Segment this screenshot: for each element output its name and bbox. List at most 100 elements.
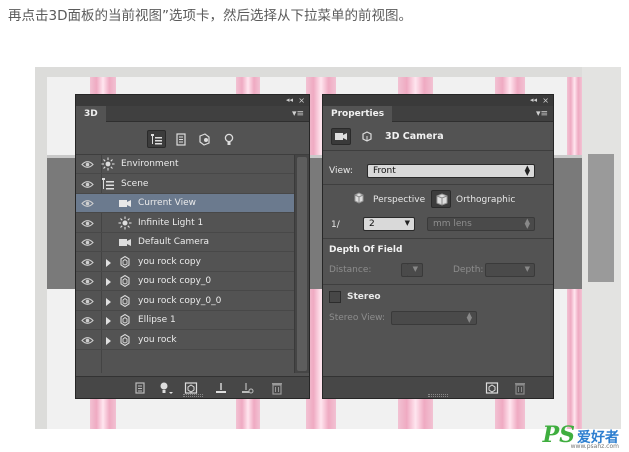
stereo-label[interactable]: Stereo xyxy=(347,290,381,304)
resize-grip[interactable] xyxy=(182,394,203,397)
chevron-down-icon: ▼ xyxy=(412,265,418,273)
visibility-eye-icon[interactable] xyxy=(81,275,94,288)
layer-row[interactable]: Default Camera xyxy=(76,233,295,252)
infinite-light-icon xyxy=(118,216,132,230)
layer-row[interactable]: you rock xyxy=(76,331,295,350)
perspective-label[interactable]: Perspective xyxy=(373,193,425,207)
lights-filter-icon[interactable] xyxy=(219,130,238,148)
close-icon[interactable]: × xyxy=(298,95,305,106)
view-select[interactable]: Front ▲ ▼ xyxy=(367,164,535,178)
visibility-eye-icon[interactable] xyxy=(81,158,94,171)
distance-dropdown[interactable]: ▼ xyxy=(407,263,423,277)
layer-label: Default Camera xyxy=(138,237,210,247)
layer-label: you rock copy_0_0 xyxy=(138,295,222,306)
updown-arrow-icon: ▲ ▼ xyxy=(466,311,472,324)
camera-icon[interactable] xyxy=(331,128,351,145)
mesh-icon xyxy=(118,313,132,327)
panel-titlebar: ◂◂ × xyxy=(323,95,553,106)
scene-icon xyxy=(101,177,115,191)
collapse-icon[interactable]: ◂◂ xyxy=(286,95,293,106)
new-light-icon[interactable] xyxy=(240,381,254,395)
visibility-eye-icon[interactable] xyxy=(81,295,94,308)
updown-arrow-icon: ▲ ▼ xyxy=(524,217,530,230)
clip-to-layer-icon[interactable] xyxy=(485,381,499,395)
scene-layer-list: Environment Scene Current View Infinite Lig… xyxy=(76,155,309,373)
stereo-view-select[interactable]: ▲ ▼ xyxy=(391,311,477,325)
tab-properties[interactable]: Properties xyxy=(323,106,393,122)
layer-row[interactable]: Ellipse 1 xyxy=(76,311,295,330)
dof-row: Distance: ▼ Depth: ▼ xyxy=(323,262,553,278)
layer-row[interactable]: Environment xyxy=(76,155,295,174)
visibility-eye-icon[interactable] xyxy=(81,178,94,191)
fraction-label: 1/ xyxy=(331,220,340,230)
coordinates-icon[interactable] xyxy=(361,130,373,146)
visibility-eye-icon[interactable] xyxy=(81,256,94,269)
expand-triangle-icon[interactable] xyxy=(106,278,111,286)
close-icon[interactable]: × xyxy=(542,95,549,106)
render-icon[interactable] xyxy=(133,381,147,395)
lens-row: 1/ 2 ▼ mm lens ▲ ▼ xyxy=(323,216,553,234)
perspective-icon[interactable] xyxy=(349,190,369,208)
visibility-eye-icon[interactable] xyxy=(81,197,94,210)
expand-triangle-icon[interactable] xyxy=(106,297,111,306)
updown-arrow-icon: ▲ ▼ xyxy=(524,164,530,177)
lens-value: 2 xyxy=(369,219,375,229)
meshes-filter-icon[interactable] xyxy=(171,130,190,148)
trash-icon[interactable] xyxy=(513,381,527,395)
layer-row[interactable]: you rock copy_0_0 xyxy=(76,292,295,311)
panel-titlebar: ◂◂ × xyxy=(76,95,309,106)
layer-row[interactable]: Infinite Light 1 xyxy=(76,214,295,233)
mesh-icon xyxy=(118,333,132,347)
expand-triangle-icon[interactable] xyxy=(106,317,111,325)
depth-input[interactable]: ▼ xyxy=(485,263,535,277)
layer-label: you rock copy xyxy=(138,256,201,267)
expand-triangle-icon[interactable] xyxy=(106,336,111,345)
current-view-camera-icon xyxy=(118,196,132,210)
lens-units-select[interactable]: mm lens ▲ ▼ xyxy=(427,217,535,231)
orthographic-label[interactable]: Orthographic xyxy=(456,193,515,207)
visibility-eye-icon[interactable] xyxy=(81,334,94,347)
add-light-icon[interactable] xyxy=(158,381,173,395)
layer-row[interactable]: you rock copy_0 xyxy=(76,272,295,291)
stereo-checkbox[interactable] xyxy=(329,291,341,303)
distance-label: Distance: xyxy=(329,265,372,275)
ground-plane-icon[interactable] xyxy=(214,381,228,395)
layer-label: Ellipse 1 xyxy=(138,315,176,325)
layer-row[interactable]: Scene xyxy=(76,175,295,194)
lens-units: mm lens xyxy=(433,219,472,229)
panel-menu-icon[interactable]: ▾≡ xyxy=(292,109,304,119)
dof-title: Depth Of Field xyxy=(329,245,403,255)
materials-filter-icon[interactable] xyxy=(195,130,214,148)
orthographic-icon[interactable] xyxy=(431,190,451,208)
camera-header: 3D Camera xyxy=(323,122,553,151)
layer-label: Infinite Light 1 xyxy=(138,217,204,228)
tab-3d[interactable]: 3D xyxy=(76,106,106,122)
depth-label: Depth: xyxy=(453,265,484,275)
panel-tab-row: 3D ▾≡ xyxy=(76,106,309,122)
panel-bottom-toolbar xyxy=(76,376,309,398)
panel-menu-icon[interactable]: ▾≡ xyxy=(536,109,548,119)
vertical-scrollbar[interactable] xyxy=(294,155,309,373)
whole-scene-filter-icon[interactable] xyxy=(147,130,166,148)
layer-label: Scene xyxy=(121,178,149,189)
watermark-url: www.psahz.com xyxy=(570,443,619,450)
view-row: View: Front ▲ ▼ xyxy=(323,163,553,179)
view-label: View: xyxy=(329,166,353,176)
camera-icon xyxy=(118,235,132,249)
resize-grip[interactable] xyxy=(428,394,448,397)
layer-label: you rock copy_0 xyxy=(138,276,212,286)
site-watermark: PS 爱好者 www.psahz.com xyxy=(543,424,619,450)
layer-row[interactable]: you rock copy xyxy=(76,253,295,272)
visibility-eye-icon[interactable] xyxy=(81,314,94,327)
panel-title: 3D Camera xyxy=(385,131,444,142)
3d-object-icon[interactable] xyxy=(184,381,198,395)
visibility-eye-icon[interactable] xyxy=(81,217,94,230)
lens-value-select[interactable]: 2 ▼ xyxy=(363,217,415,231)
expand-triangle-icon[interactable] xyxy=(106,258,111,267)
visibility-eye-icon[interactable] xyxy=(81,236,94,249)
collapse-icon[interactable]: ◂◂ xyxy=(530,95,537,106)
layer-row[interactable]: Current View xyxy=(76,194,295,213)
filter-toolbar xyxy=(76,122,309,155)
chevron-down-icon: ▼ xyxy=(404,219,410,227)
trash-icon[interactable] xyxy=(270,381,284,395)
